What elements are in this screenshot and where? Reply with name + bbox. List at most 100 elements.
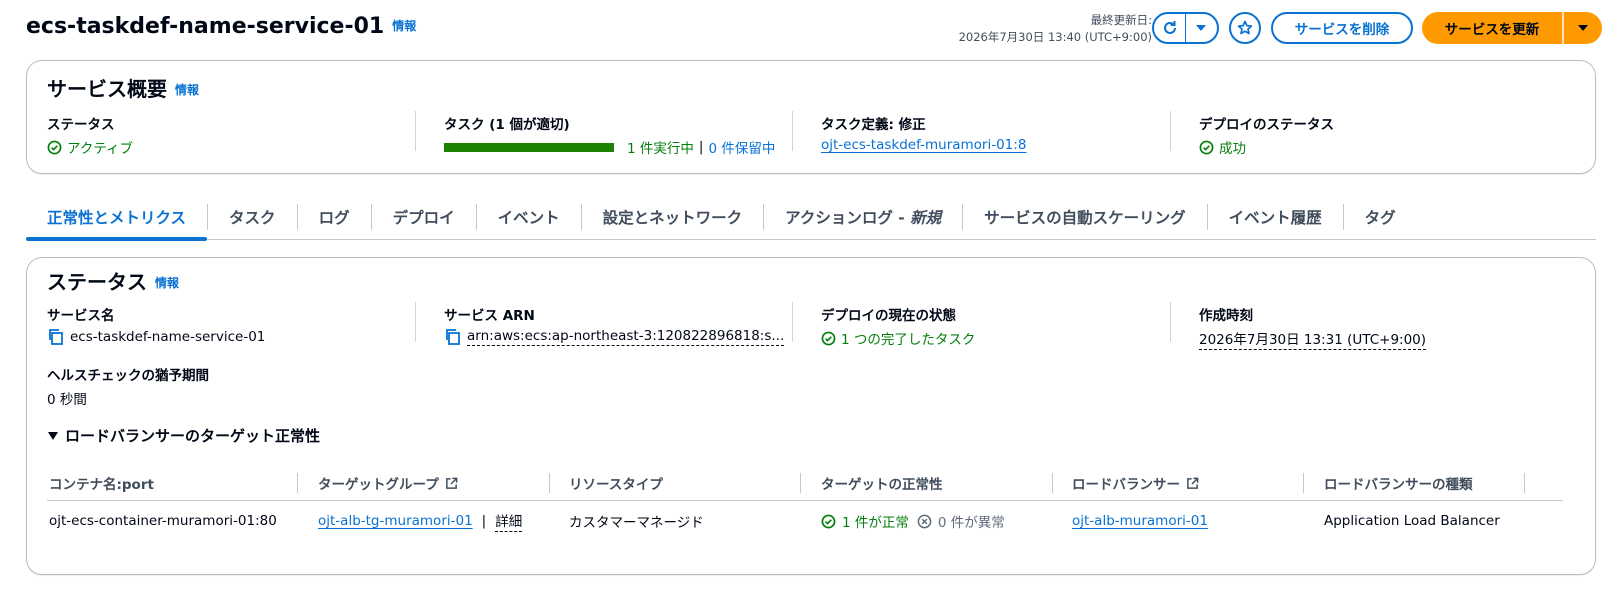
- caret-down-icon: [48, 431, 58, 440]
- title-info-link[interactable]: 情報: [392, 19, 416, 33]
- deploy-state-text: 1 つの完了したタスク: [841, 332, 976, 348]
- refresh-button[interactable]: [1154, 14, 1185, 42]
- favorite-button[interactable]: [1229, 12, 1261, 44]
- service-title: ecs-taskdef-name-service-01: [26, 14, 385, 39]
- update-service-button-group: サービスを更新: [1422, 12, 1602, 44]
- service-arn-text[interactable]: arn:aws:ecs:ap-northeast-3:120822896818:…: [467, 328, 785, 346]
- tab-deployments[interactable]: デプロイ: [372, 194, 476, 240]
- tasks-running: 1 件実行中: [627, 141, 694, 157]
- service-arn-label: サービス ARN: [444, 308, 535, 324]
- tab-action-log-label: アクションログ -: [785, 208, 911, 227]
- service-overview-panel: サービス概要 情報 ステータス アクティブ タスク (1 個が適切) 1 件実行中…: [26, 60, 1596, 174]
- caret-down-icon: [1196, 25, 1207, 31]
- column-divider: [415, 111, 416, 151]
- status-label: ステータス: [47, 117, 115, 133]
- created-at-text[interactable]: 2026年7月30日 13:31 (UTC+9:00): [1199, 328, 1427, 350]
- tasks-separator: |: [698, 139, 704, 155]
- tasks-progress-fill: [444, 142, 614, 152]
- grace-period-value: 0 秒間: [47, 392, 87, 408]
- grace-period-field: ヘルスチェックの猶予期間 0 秒間: [47, 364, 209, 408]
- created-at-value: 2026年7月30日 13:31 (UTC+9:00): [1199, 328, 1427, 350]
- column-separator: [549, 473, 550, 493]
- column-header-target-group: ターゲットグループ: [318, 465, 458, 501]
- caret-down-icon: [1578, 25, 1588, 31]
- overview-title: サービス概要 情報: [47, 73, 199, 102]
- service-name-field: サービス名 ecs-taskdef-name-service-01: [47, 304, 265, 346]
- grace-period-label: ヘルスチェックの猶予期間: [47, 368, 209, 384]
- tasks-label: タスク (1 個が適切): [444, 117, 570, 133]
- deploy-state-field: デプロイの現在の状態 1 つの完了したタスク: [821, 304, 975, 348]
- star-icon: [1237, 20, 1253, 35]
- service-name-label: サービス名: [47, 308, 115, 324]
- status-value-text: アクティブ: [67, 141, 134, 157]
- column-divider: [792, 111, 793, 151]
- column-separator: [297, 473, 298, 493]
- refresh-options-button[interactable]: [1186, 14, 1217, 42]
- deploy-status-label: デプロイのステータス: [1199, 117, 1334, 133]
- update-service-button[interactable]: サービスを更新: [1422, 12, 1562, 44]
- target-group-link[interactable]: ojt-alb-tg-muramori-01: [318, 513, 473, 529]
- tasks-progress-bar: [444, 142, 614, 152]
- column-header-container: コンテナ名:port: [49, 477, 154, 493]
- cell-lb-type: Application Load Balancer: [1324, 513, 1500, 529]
- tasks-value: 1 件実行中 | 0 件保留中: [444, 137, 775, 157]
- column-separator: [800, 473, 801, 493]
- taskdef-field: タスク定義: 修正 ojt-ecs-taskdef-muramori-01:8: [821, 113, 1026, 153]
- taskdef-link[interactable]: ojt-ecs-taskdef-muramori-01:8: [821, 137, 1026, 153]
- last-updated-label: 最終更新日:: [1090, 13, 1152, 27]
- tab-event-history[interactable]: イベント履歴: [1208, 194, 1343, 240]
- load-balancer-link[interactable]: ojt-alb-muramori-01: [1072, 513, 1208, 529]
- check-circle-icon: [1199, 140, 1214, 154]
- check-circle-icon: [821, 331, 836, 345]
- created-at-label: 作成時刻: [1199, 308, 1253, 324]
- service-tabs: 正常性とメトリクス タスク ログ デプロイ イベント 設定とネットワーク アクシ…: [26, 194, 1596, 241]
- created-at-field: 作成時刻 2026年7月30日 13:31 (UTC+9:00): [1199, 304, 1427, 350]
- table-row: ojt-ecs-container-muramori-01:80 ojt-alb…: [47, 501, 1563, 541]
- tasks-field: タスク (1 個が適切) 1 件実行中 | 0 件保留中: [444, 113, 775, 157]
- column-separator: [1052, 473, 1053, 493]
- tab-new-badge: 新規: [910, 208, 942, 227]
- cell-resource-type: カスタマーマネージド: [569, 515, 704, 531]
- healthy-count: 1 件が正常: [842, 515, 909, 531]
- target-group-detail[interactable]: 詳細: [495, 510, 523, 532]
- button-divider: [1562, 12, 1564, 44]
- column-divider: [792, 302, 793, 342]
- copy-icon[interactable]: [444, 328, 462, 346]
- deploy-status-field: デプロイのステータス 成功: [1199, 113, 1334, 157]
- deploy-status-value: 成功: [1199, 137, 1334, 157]
- tab-health-metrics[interactable]: 正常性とメトリクス: [26, 194, 208, 241]
- external-link-icon: [1187, 477, 1199, 489]
- tab-auto-scaling[interactable]: サービスの自動スケーリング: [963, 194, 1207, 240]
- update-options-button[interactable]: [1564, 12, 1602, 44]
- status-title-text: ステータス: [47, 270, 147, 294]
- deploy-state-label: デプロイの現在の状態: [821, 308, 956, 324]
- column-header-load-balancer: ロードバランサー: [1072, 465, 1199, 501]
- deploy-status-text: 成功: [1219, 141, 1246, 157]
- taskdef-value: ojt-ecs-taskdef-muramori-01:8: [821, 137, 1026, 153]
- cell-container: ojt-ecs-container-muramori-01:80: [49, 513, 277, 529]
- tab-events[interactable]: イベント: [477, 194, 581, 240]
- error-circle-icon: [917, 514, 932, 528]
- tab-tasks[interactable]: タスク: [208, 194, 297, 240]
- lb-section-title: ロードバランサーのターゲット正常性: [65, 427, 321, 445]
- status-info-link[interactable]: 情報: [155, 276, 179, 290]
- overview-info-link[interactable]: 情報: [175, 83, 199, 97]
- lb-table-header: コンテナ名:port ターゲットグループ リソースタイプ ターゲットの正常性 ロ…: [47, 465, 1563, 501]
- lb-target-health-expander[interactable]: ロードバランサーのターゲット正常性: [47, 425, 320, 446]
- tab-logs[interactable]: ログ: [298, 194, 371, 240]
- status-title: ステータス 情報: [47, 266, 179, 295]
- last-updated: 最終更新日: 2026年7月30日 13:40 (UTC+9:00): [959, 12, 1152, 46]
- delete-service-button[interactable]: サービスを削除: [1271, 12, 1413, 44]
- cell-target-group: ojt-alb-tg-muramori-01 | 詳細: [318, 501, 523, 541]
- tab-configuration-networking[interactable]: 設定とネットワーク: [582, 194, 764, 240]
- load-balancer-header-text: ロードバランサー: [1072, 477, 1180, 493]
- copy-icon[interactable]: [47, 328, 65, 346]
- target-group-header-text: ターゲットグループ: [318, 477, 439, 493]
- column-divider: [1170, 302, 1171, 342]
- column-header-resource-type: リソースタイプ: [569, 477, 663, 493]
- column-divider: [1170, 111, 1171, 151]
- tab-tags[interactable]: タグ: [1344, 194, 1417, 240]
- service-name-text: ecs-taskdef-name-service-01: [70, 329, 266, 345]
- tab-action-log[interactable]: アクションログ - 新規: [764, 194, 962, 240]
- service-arn-value: arn:aws:ecs:ap-northeast-3:120822896818:…: [444, 328, 785, 346]
